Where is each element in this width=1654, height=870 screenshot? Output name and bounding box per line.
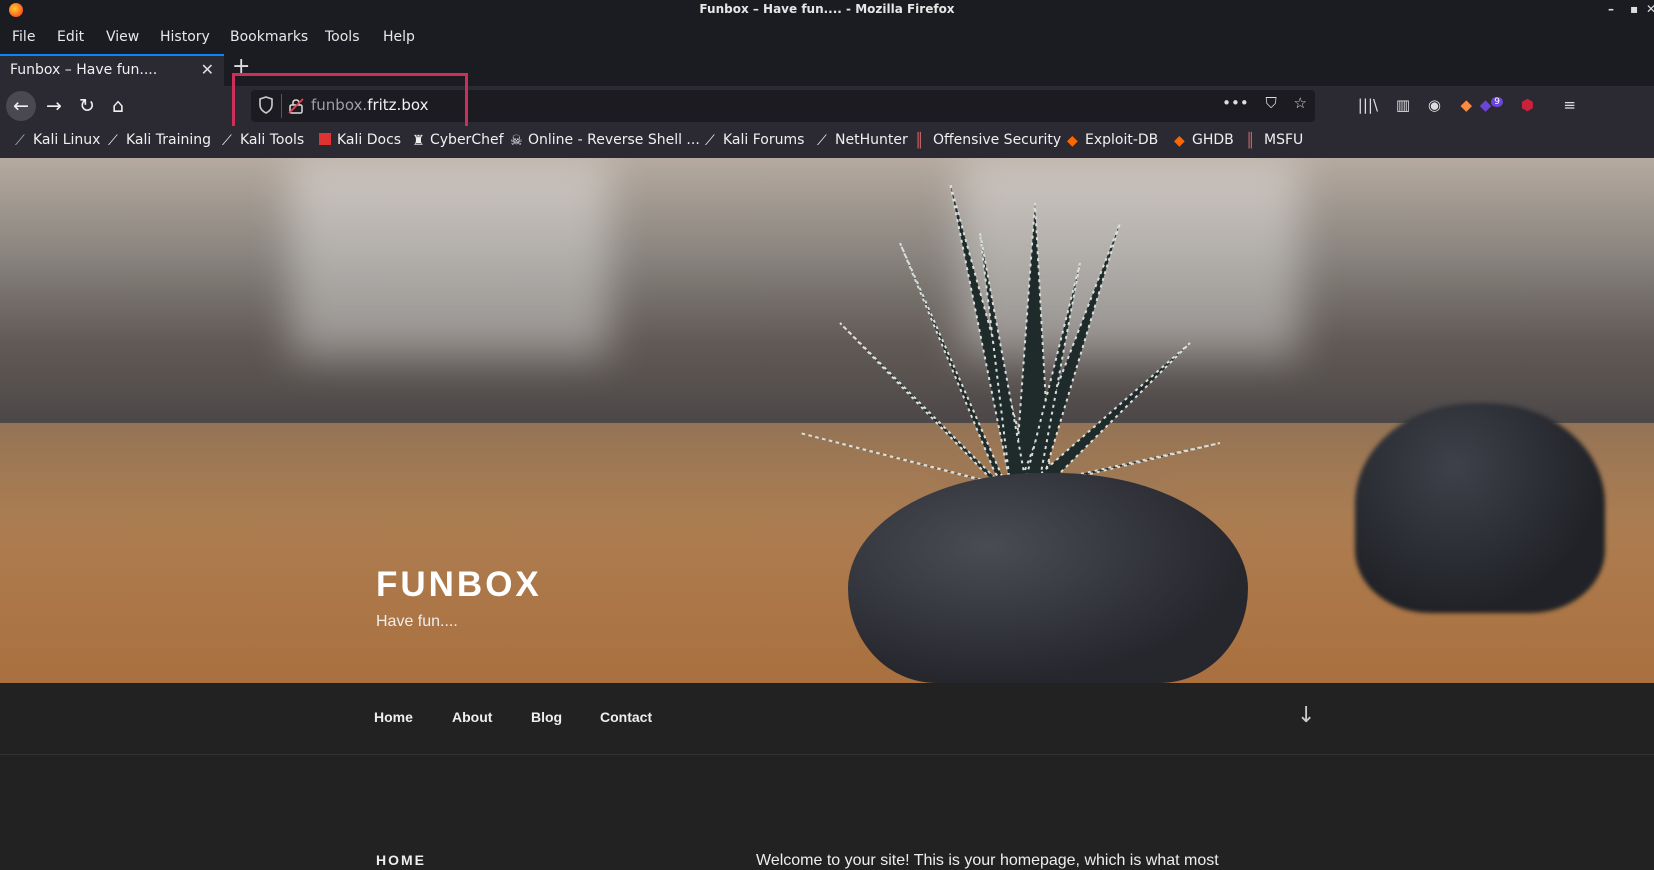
pocket-icon[interactable]: ⛉: [1266, 94, 1277, 112]
menu-file[interactable]: File: [12, 29, 35, 45]
library-icon[interactable]: |||\: [1358, 96, 1378, 114]
nav-blog[interactable]: Blog: [531, 709, 562, 725]
foxyproxy-extension-icon[interactable]: ◆: [1460, 96, 1472, 114]
url-actions: ••• ⛉ ☆: [1210, 94, 1307, 112]
kali-dragon-icon: ⟋: [15, 133, 25, 149]
bookmark-offensive-security[interactable]: ║ Offensive Security: [915, 132, 1061, 149]
menu-help[interactable]: Help: [383, 29, 415, 45]
site-navigation: Home About Blog Contact ↓: [0, 683, 1654, 755]
hero-header-image: FUNBOX Have fun....: [0, 158, 1654, 683]
bookmark-kali-docs[interactable]: Kali Docs: [319, 132, 401, 148]
close-window-icon[interactable]: ✕: [1646, 2, 1654, 16]
sidebar-icon[interactable]: ▥: [1396, 96, 1410, 114]
kali-dragon-icon: ⟋: [222, 133, 232, 149]
kali-dragon-icon: ⟋: [108, 133, 118, 149]
menu-tools[interactable]: Tools: [325, 29, 360, 45]
bookmark-kali-forums[interactable]: ⟋ Kali Forums: [705, 132, 804, 149]
plant-pot: [848, 473, 1248, 683]
nav-home[interactable]: Home: [374, 709, 413, 725]
close-tab-icon[interactable]: ✕: [201, 60, 214, 79]
bookmark-ghdb[interactable]: ◆ GHDB: [1174, 132, 1234, 149]
menu-edit[interactable]: Edit: [57, 29, 84, 45]
skull-icon: ☠: [510, 133, 523, 149]
chef-hat-icon: ♜: [412, 133, 425, 149]
bookmark-reverse-shell[interactable]: ☠ Online - Reverse Shell ...: [510, 132, 700, 149]
nav-contact[interactable]: Contact: [600, 709, 652, 725]
back-button[interactable]: ←: [6, 91, 36, 121]
background-plant-pot: [1355, 403, 1605, 613]
menu-view[interactable]: View: [106, 29, 139, 45]
msfu-icon: ║: [1246, 133, 1255, 149]
section-heading: HOME: [376, 852, 426, 868]
title-bar: Funbox – Have fun.... - Mozilla Firefox …: [0, 0, 1654, 20]
ghdb-icon: ◆: [1174, 133, 1185, 149]
reload-button[interactable]: ↻: [72, 91, 102, 121]
home-button[interactable]: ⌂: [103, 91, 133, 121]
ublock-origin-icon[interactable]: ⬢: [1521, 96, 1534, 114]
bookmark-msfu[interactable]: ║ MSFU: [1246, 132, 1303, 149]
maximize-icon[interactable]: ▪: [1630, 2, 1638, 16]
menu-history[interactable]: History: [160, 29, 210, 45]
bookmark-cyberchef[interactable]: ♜ CyberChef: [412, 132, 504, 149]
menu-bar: File Edit View History Bookmarks Tools H…: [0, 20, 1654, 54]
intro-text: Welcome to your site! This is your homep…: [756, 852, 1219, 869]
nethunter-icon: ⟋: [817, 133, 827, 149]
app-menu-icon[interactable]: ≡: [1563, 96, 1576, 114]
account-icon[interactable]: ◉: [1428, 96, 1441, 114]
offsec-icon: ║: [915, 133, 924, 149]
site-tagline: Have fun....: [376, 613, 458, 630]
bookmark-exploit-db[interactable]: ◆ Exploit-DB: [1067, 132, 1158, 149]
bookmarks-toolbar: ⟋ Kali Linux ⟋ Kali Training ⟋ Kali Tools K…: [0, 126, 1654, 158]
extension-with-badge-icon[interactable]: ◆ 9: [1480, 96, 1503, 114]
exploit-db-icon: ◆: [1067, 133, 1078, 149]
kali-dragon-icon: ⟋: [705, 133, 715, 149]
tab-title: Funbox – Have fun....: [10, 62, 158, 78]
minimize-icon[interactable]: –: [1608, 2, 1614, 16]
nav-about[interactable]: About: [452, 709, 492, 725]
forward-button[interactable]: →: [39, 91, 69, 121]
bookmark-kali-tools[interactable]: ⟋ Kali Tools: [222, 132, 304, 149]
bookmark-star-icon[interactable]: ☆: [1294, 94, 1307, 112]
kali-docs-icon: [319, 133, 331, 145]
page-actions-menu-icon[interactable]: •••: [1222, 94, 1249, 112]
bookmark-kali-training[interactable]: ⟋ Kali Training: [108, 132, 211, 149]
tab-funbox[interactable]: Funbox – Have fun.... ✕: [0, 54, 224, 86]
succulent-plant-illustration: [800, 182, 1220, 483]
window-title: Funbox – Have fun.... - Mozilla Firefox: [699, 2, 955, 16]
menu-bookmarks[interactable]: Bookmarks: [230, 29, 308, 45]
bookmark-kali-linux[interactable]: ⟋ Kali Linux: [15, 132, 100, 149]
blurred-window-light: [290, 158, 610, 358]
scroll-down-arrow-icon[interactable]: ↓: [1297, 703, 1315, 728]
site-title[interactable]: FUNBOX: [376, 565, 542, 605]
bookmark-nethunter[interactable]: ⟋ NetHunter: [817, 132, 908, 149]
